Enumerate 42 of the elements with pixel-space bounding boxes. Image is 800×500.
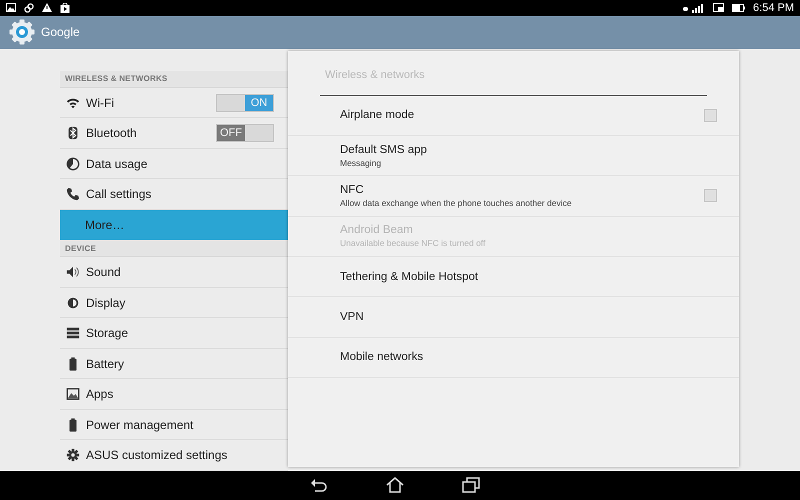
action-bar-title: Google (41, 25, 80, 40)
settings-item[interactable]: Bluetooth OFF (60, 118, 288, 149)
section-header: WIRELESS & NETWORKS (60, 70, 288, 88)
picture-notification-icon (6, 3, 16, 12)
preference-row[interactable]: Mobile networks (288, 338, 739, 378)
settings-item[interactable]: Battery (60, 348, 288, 380)
settings-icon[interactable] (9, 19, 35, 46)
shopping-bag-icon (60, 2, 70, 13)
home-icon[interactable] (386, 477, 404, 494)
gear-icon (66, 448, 80, 462)
settings-item[interactable]: Data usage (60, 148, 288, 180)
preference-row[interactable]: VPN (288, 297, 739, 338)
apps-icon (66, 387, 80, 401)
battery-icon (732, 4, 746, 12)
storage-icon (66, 326, 80, 340)
preference-row[interactable]: Airplane mode (288, 96, 739, 136)
settings-item[interactable]: Wi-Fi ON (60, 88, 288, 118)
settings-item[interactable]: More… (60, 210, 288, 240)
checkbox[interactable] (704, 189, 717, 202)
bluetooth-icon (66, 126, 80, 140)
section-header: DEVICE (60, 240, 288, 258)
preference-row[interactable]: NFC Allow data exchange when the phone touches another device (288, 176, 739, 217)
screen-cast-icon (713, 2, 724, 13)
speaker-icon (66, 265, 80, 279)
preference-row[interactable]: Tethering & Mobile Hotspot (288, 256, 739, 298)
settings-item[interactable]: Display (60, 288, 288, 318)
warning-icon (42, 3, 52, 12)
settings-item[interactable]: Power management (60, 410, 288, 440)
brightness-icon (66, 296, 80, 310)
status-time: 6:54 PM (753, 2, 794, 14)
link-icon (24, 2, 34, 13)
recent-apps-icon[interactable] (462, 477, 480, 494)
settings-item[interactable]: Apps (60, 379, 288, 410)
checkbox[interactable] (704, 108, 717, 122)
toggle-switch[interactable]: OFF (216, 124, 274, 142)
settings-item[interactable]: Sound (60, 257, 288, 288)
phone-icon (66, 187, 80, 201)
pie-chart-icon (66, 156, 80, 170)
preference-row[interactable]: Default SMS app Messaging (288, 136, 739, 176)
settings-item[interactable]: Storage (60, 318, 288, 349)
back-icon[interactable] (310, 477, 328, 494)
signal-icon (683, 2, 706, 13)
